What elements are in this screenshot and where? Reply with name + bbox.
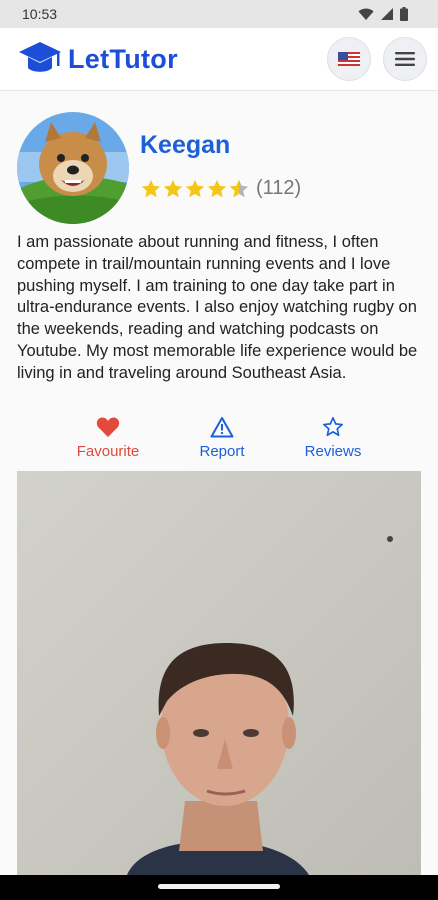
star-filled-icon xyxy=(207,179,227,197)
star-filled-icon xyxy=(141,179,161,197)
reviews-button[interactable]: Reviews xyxy=(283,416,383,460)
status-icons xyxy=(358,7,408,21)
avatar[interactable] xyxy=(17,112,129,224)
rating: (112) xyxy=(140,177,301,200)
status-bar: 10:53 xyxy=(0,0,438,28)
battery-icon xyxy=(400,7,408,21)
status-time: 10:53 xyxy=(22,6,58,22)
favourite-label: Favourite xyxy=(76,443,140,460)
app-bar: LetTutor xyxy=(0,28,438,91)
tutor-name[interactable]: Keegan xyxy=(140,131,230,160)
app-logo[interactable]: LetTutor xyxy=(18,40,178,78)
favourite-button[interactable]: Favourite xyxy=(58,416,158,460)
action-bar: Favourite Report Reviews xyxy=(0,416,438,462)
menu-button[interactable] xyxy=(383,37,427,81)
cellular-icon xyxy=(381,8,393,20)
us-flag-icon xyxy=(338,52,360,66)
tutor-detail: Keegan (112) I am passionate about runni… xyxy=(0,91,438,875)
system-nav-bar xyxy=(0,875,438,900)
wifi-icon xyxy=(358,8,374,20)
home-handle[interactable] xyxy=(158,884,280,889)
intro-video[interactable] xyxy=(17,471,421,875)
report-label: Report xyxy=(199,443,245,460)
hamburger-menu-icon xyxy=(395,52,415,66)
reviews-label: Reviews xyxy=(304,443,362,460)
star-filled-icon xyxy=(163,179,183,197)
warning-triangle-icon xyxy=(210,417,234,438)
app-title: LetTutor xyxy=(68,43,178,74)
star-half-icon xyxy=(229,179,249,197)
review-count: (112) xyxy=(256,177,302,199)
graduation-cap-icon xyxy=(19,42,61,72)
heart-icon xyxy=(96,417,120,437)
star-outline-icon xyxy=(323,417,343,437)
report-button[interactable]: Report xyxy=(172,416,272,460)
language-button[interactable] xyxy=(327,37,371,81)
star-filled-icon xyxy=(185,179,205,197)
tutor-bio: I am passionate about running and fitnes… xyxy=(17,233,418,382)
